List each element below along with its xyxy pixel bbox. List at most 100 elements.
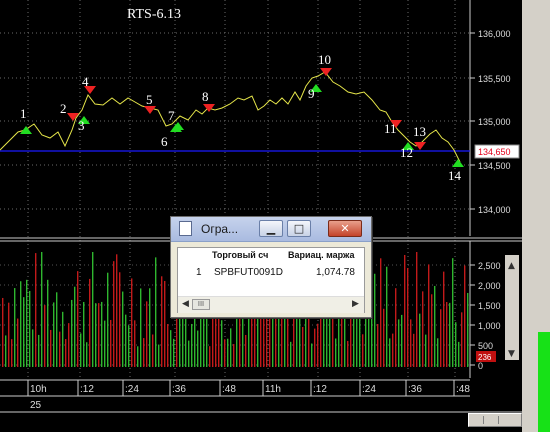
volume-bar xyxy=(35,253,37,367)
volume-bar xyxy=(302,326,304,367)
volume-bar xyxy=(152,334,154,367)
volume-tick-label: 0 xyxy=(478,361,483,371)
green-indicator xyxy=(538,332,550,432)
volume-bar xyxy=(167,324,169,367)
time-label: :12 xyxy=(313,384,327,395)
volume-bar xyxy=(155,257,157,367)
volume-bar xyxy=(395,288,397,367)
time-label: 10h xyxy=(30,384,47,395)
volume-bar xyxy=(104,320,106,367)
volume-bar xyxy=(320,316,322,367)
volume-bar xyxy=(89,278,91,367)
marker-label: 5 xyxy=(146,92,153,107)
volume-bar xyxy=(65,339,67,367)
minimize-button[interactable]: ▁ xyxy=(259,220,283,237)
volume-bar xyxy=(20,281,22,367)
volume-bar xyxy=(86,342,88,367)
volume-bar xyxy=(215,313,217,367)
marker-label: 3 xyxy=(78,118,85,133)
volume-bar xyxy=(380,258,382,367)
table-scrollbar[interactable]: ◀ III ▶ xyxy=(178,296,364,313)
time-label: 11h xyxy=(265,384,281,395)
price-tick-label: 136,000 xyxy=(478,29,511,39)
volume-bar xyxy=(5,335,7,367)
volume-bar xyxy=(107,272,109,367)
volume-bar xyxy=(47,279,49,367)
time-label: :24 xyxy=(362,384,376,395)
volume-bar xyxy=(233,344,235,367)
volume-bar xyxy=(161,276,163,367)
volume-bar xyxy=(29,290,31,367)
volume-bar xyxy=(392,333,394,367)
volume-bar xyxy=(131,278,133,367)
volume-bar xyxy=(14,288,16,367)
volume-bar xyxy=(83,301,85,367)
volume-bar xyxy=(398,319,400,367)
volume-bar xyxy=(98,303,100,367)
time-label: :36 xyxy=(408,384,422,395)
close-button[interactable]: ✕ xyxy=(328,220,362,237)
volume-bar xyxy=(113,261,115,367)
margin-window[interactable]: Огра... ▁ □ ✕ Торговый сч Вариац. маржа … xyxy=(170,216,372,318)
volume-bar xyxy=(428,264,430,367)
volume-bar xyxy=(311,343,313,367)
volume-bar xyxy=(158,344,160,367)
volume-bar xyxy=(374,273,376,367)
marker-label: 9 xyxy=(308,86,315,101)
column-header-margin[interactable]: Вариац. маржа xyxy=(288,250,355,260)
volume-bar xyxy=(221,320,223,367)
volume-bar xyxy=(185,319,187,367)
horizontal-scrollbar[interactable] xyxy=(468,413,522,427)
volume-bar xyxy=(44,305,46,367)
buy-marker-icon xyxy=(20,126,32,134)
volume-bar xyxy=(230,328,232,367)
scroll-thumb[interactable] xyxy=(483,416,499,424)
volume-tick-label: 1,000 xyxy=(478,321,501,331)
scroll-down-icon: ▼ xyxy=(508,349,515,359)
volume-bar xyxy=(50,329,52,367)
volume-bar xyxy=(26,279,28,367)
volume-bar xyxy=(80,333,82,367)
scroll-left-icon[interactable]: ◀ xyxy=(182,299,189,309)
volume-bar xyxy=(137,346,139,367)
volume-bar xyxy=(290,341,292,367)
volume-bar xyxy=(17,318,19,367)
scroll-right-icon[interactable]: ▶ xyxy=(352,299,359,309)
close-icon: ✕ xyxy=(340,222,350,235)
time-label: :12 xyxy=(80,384,94,395)
volume-bar xyxy=(38,334,40,367)
volume-bar xyxy=(386,266,388,367)
volume-bar xyxy=(116,254,118,367)
marker-label: 1 xyxy=(20,106,27,121)
volume-bar xyxy=(389,338,391,367)
volume-bar xyxy=(2,297,4,367)
volume-bar xyxy=(446,302,448,367)
scroll-up-icon: ▲ xyxy=(508,261,515,271)
column-header-account[interactable]: Торговый сч xyxy=(212,250,268,260)
sell-marker-icon xyxy=(144,106,156,114)
volume-bar xyxy=(443,271,445,367)
current-price-label: 134,650 xyxy=(478,147,511,157)
maximize-button[interactable]: □ xyxy=(287,220,311,237)
chart-title: RTS-6.13 xyxy=(127,7,181,22)
volume-bar xyxy=(143,338,145,367)
volume-tick-label: 2,000 xyxy=(478,281,501,291)
marker-label: 12 xyxy=(400,145,413,160)
volume-bar xyxy=(377,324,379,367)
table-row[interactable]: 1 SPBFUT0091D 1,074.78 xyxy=(178,262,364,282)
volume-bar xyxy=(146,301,148,367)
window-titlebar[interactable]: Огра... ▁ □ ✕ xyxy=(171,217,371,242)
volume-bar xyxy=(467,292,469,367)
volume-current-label: 236 xyxy=(478,353,492,362)
volume-bar xyxy=(419,313,421,367)
volume-bar xyxy=(149,288,151,367)
volume-bar xyxy=(305,315,307,367)
price-line xyxy=(0,71,461,163)
marker-label: 13 xyxy=(413,124,426,139)
volume-bar xyxy=(122,291,124,367)
scroll-thumb[interactable]: III xyxy=(192,299,210,310)
volume-bar xyxy=(224,339,226,367)
volume-bar xyxy=(74,286,76,367)
marker-label: 14 xyxy=(448,168,462,183)
volume-bar xyxy=(209,346,211,367)
